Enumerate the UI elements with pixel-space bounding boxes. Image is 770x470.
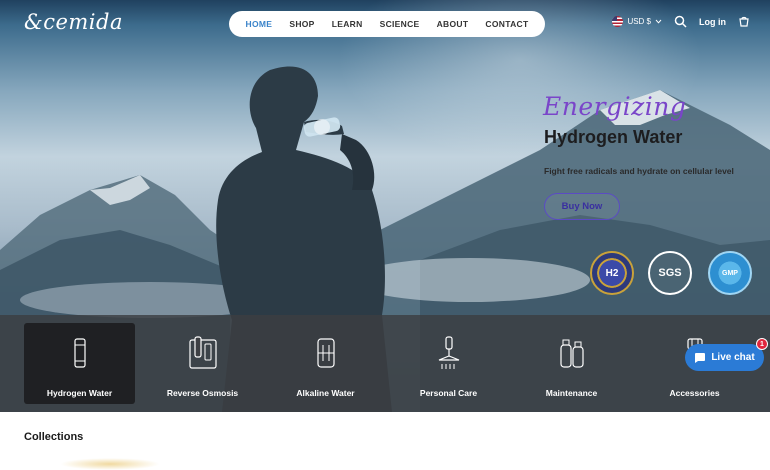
category-alkaline-water[interactable]: Alkaline Water <box>270 323 381 404</box>
us-flag-icon <box>612 16 624 27</box>
gmp-badge: GMP <box>708 251 752 295</box>
filter-cartridge-icon <box>316 335 336 371</box>
login-link[interactable]: Log in <box>699 17 726 27</box>
chevron-down-icon <box>655 19 662 24</box>
hero-subline: Fight free radicals and hydrate on cellu… <box>544 166 734 176</box>
nav-science[interactable]: SCIENCE <box>380 19 420 29</box>
collection-preview <box>60 458 160 470</box>
hero-tagline: Energizing <box>543 92 687 121</box>
h2-certified-badge: H2 <box>590 251 634 295</box>
category-label: Accessories <box>669 388 720 398</box>
fridge-filter-icon <box>188 335 217 371</box>
live-chat-button[interactable]: Live chat <box>685 344 764 371</box>
nav-about[interactable]: ABOUT <box>437 19 469 29</box>
category-label: Personal Care <box>419 388 478 398</box>
category-label: Hydrogen Water <box>46 388 113 398</box>
bottles-icon <box>559 335 585 371</box>
currency-label: USD $ <box>627 17 651 26</box>
nav-learn[interactable]: LEARN <box>332 19 363 29</box>
nav-contact[interactable]: CONTACT <box>485 19 528 29</box>
category-label: Maintenance <box>545 388 598 398</box>
shower-icon <box>436 335 462 371</box>
nav-shop[interactable]: SHOP <box>289 19 314 29</box>
main-nav: HOME SHOP LEARN SCIENCE ABOUT CONTACT <box>229 11 545 37</box>
cart-icon[interactable] <box>738 16 750 28</box>
brand-logo[interactable]: &cemida <box>24 10 123 34</box>
currency-selector[interactable]: USD $ <box>612 16 662 27</box>
category-reverse-osmosis[interactable]: Reverse Osmosis <box>147 323 258 404</box>
category-label: Alkaline Water <box>296 388 355 398</box>
collections-heading: Collections <box>24 431 84 443</box>
category-maintenance[interactable]: Maintenance <box>516 323 627 404</box>
chat-bubble-icon <box>695 352 706 363</box>
header-actions: USD $ Log in <box>612 15 750 28</box>
bottle-icon <box>73 335 87 371</box>
chat-unread-badge: 1 <box>756 338 768 350</box>
category-hydrogen-water[interactable]: Hydrogen Water <box>24 323 135 404</box>
search-icon[interactable] <box>674 15 687 28</box>
sgs-badge: SGS <box>648 251 692 295</box>
category-personal-care[interactable]: Personal Care <box>393 323 504 404</box>
hero-headline: Hydrogen Water <box>544 127 683 147</box>
nav-home[interactable]: HOME <box>246 19 273 29</box>
buy-now-button[interactable]: Buy Now <box>544 193 620 220</box>
category-label: Reverse Osmosis <box>166 388 239 398</box>
live-chat-label: Live chat <box>711 352 755 363</box>
